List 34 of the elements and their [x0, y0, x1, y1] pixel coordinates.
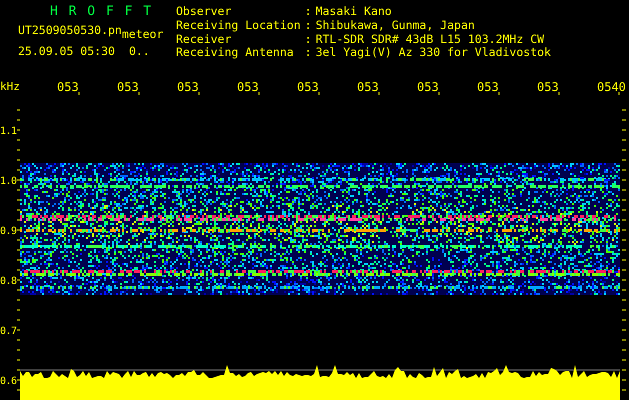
- file-name: UT2509050530.pn: [18, 24, 122, 39]
- field-value: 3el Yagi(V) Az 330 for Vladivostok: [316, 46, 551, 60]
- time-label: 053: [117, 80, 139, 94]
- field-label: Observer: [176, 5, 232, 19]
- time-label: 053: [477, 80, 499, 94]
- field-label: Receiver: [176, 32, 232, 46]
- frequency-label: 1.0: [0, 176, 17, 187]
- time-label: 0540: [597, 80, 626, 94]
- field-value: Masaki Kano: [316, 5, 393, 19]
- counter-label: 0..: [128, 45, 150, 57]
- timestamp: 25.09.05 05:30: [18, 45, 115, 57]
- time-label: 053: [417, 80, 439, 94]
- frequency-label: 0.9: [0, 226, 17, 237]
- axis-unit-label: kHz: [0, 80, 20, 93]
- frequency-label: 0.7: [0, 326, 17, 337]
- frequency-label: 0.8: [0, 276, 17, 287]
- field-separator: :: [304, 32, 312, 46]
- time-label: 053: [357, 80, 379, 94]
- time-label: 053: [537, 80, 559, 94]
- time-label: 053: [297, 80, 319, 94]
- frequency-label: 0.6: [0, 376, 17, 387]
- time-label: 053: [57, 80, 79, 94]
- field-label: Receiving Location: [176, 18, 301, 32]
- field-value: RTL-SDR SDR# 43dB L15 103.2MHz CW: [316, 32, 546, 46]
- field-separator: :: [304, 18, 312, 32]
- field-separator: :: [304, 5, 312, 19]
- frequency-label: 1.1: [0, 126, 17, 137]
- app-title: H R O F F T: [49, 5, 154, 19]
- field-value: Shibukawa, Gunma, Japan: [316, 18, 476, 32]
- field-label: Receiving Antenna: [176, 46, 295, 60]
- time-label: 053: [237, 80, 259, 94]
- mode-label: meteor: [122, 28, 164, 40]
- field-separator: :: [304, 46, 312, 60]
- time-label: 053: [177, 80, 199, 94]
